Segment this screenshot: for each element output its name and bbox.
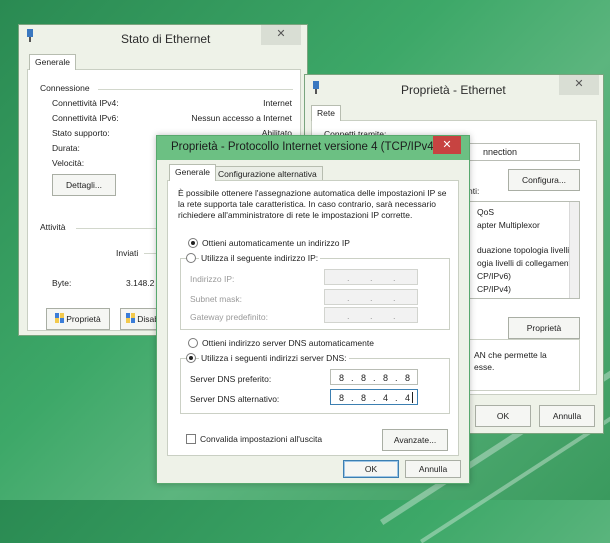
tab-panel: È possibile ottenere l'assegnazione auto… [167, 180, 459, 456]
ipv4-properties-window: Proprietà - Protocollo Internet versione… [156, 135, 470, 484]
intro-text: È possibile ottenere l'assegnazione auto… [178, 188, 447, 220]
network-icon [25, 29, 35, 43]
window-title: Proprietà - Protocollo Internet versione… [171, 141, 438, 153]
details-button[interactable]: Dettagli... [52, 174, 116, 196]
alternate-dns-field[interactable]: 8. 8. 4. 4 [330, 389, 418, 405]
validate-checkbox[interactable] [186, 434, 196, 444]
vertical-scrollbar[interactable] [569, 202, 579, 298]
gateway-label: Gateway predefinito: [190, 312, 268, 322]
row-label: Stato supporto: [52, 128, 110, 138]
ok-button[interactable]: OK [343, 460, 399, 478]
divider [98, 89, 293, 90]
title-bar[interactable]: Stato di Ethernet ✕ [19, 25, 307, 55]
tab-general[interactable]: Generale [169, 164, 216, 181]
title-bar[interactable]: Proprietà - Protocollo Internet versione… [157, 136, 469, 160]
cancel-button[interactable]: Annulla [405, 460, 461, 478]
shield-icon [55, 310, 65, 323]
advanced-button[interactable]: Avanzate... [382, 429, 448, 451]
octet-dot: . [351, 373, 354, 383]
subnet-mask-field[interactable]: ... [324, 289, 418, 305]
validate-label: Convalida impostazioni all'uscita [200, 434, 323, 444]
activity-header: Attività [40, 222, 66, 232]
title-bar[interactable]: Proprietà - Ethernet ✕ [305, 75, 603, 105]
manual-dns-radio[interactable] [186, 353, 196, 363]
network-icon [311, 81, 321, 95]
close-button[interactable]: ✕ [433, 136, 461, 154]
close-button[interactable]: ✕ [559, 75, 599, 95]
row-label: Connettività IPv6: [52, 113, 119, 123]
auto-ip-radio[interactable] [188, 238, 198, 248]
ok-button[interactable]: OK [475, 405, 531, 427]
row-label: Connettività IPv4: [52, 98, 119, 108]
ip-address-label: Indirizzo IP: [190, 274, 235, 284]
sent-label: Inviati [116, 248, 139, 258]
description-text: AN che permette la esse. [474, 350, 547, 372]
preferred-dns-label: Server DNS preferito: [190, 374, 272, 384]
properties-button[interactable]: Proprietà [46, 308, 110, 330]
gateway-field[interactable]: ... [324, 307, 418, 323]
cancel-button[interactable]: Annulla [539, 405, 595, 427]
connection-header: Connessione [40, 83, 90, 93]
auto-dns-radio[interactable] [188, 338, 198, 348]
item-properties-button[interactable]: Proprietà [508, 317, 580, 339]
alternate-dns-label: Server DNS alternativo: [190, 394, 280, 404]
list-item[interactable]: ogia livelli di collegamento [477, 258, 576, 268]
list-item[interactable]: CP/IPv4) [477, 284, 511, 294]
window-title: Proprietà - Ethernet [401, 83, 506, 97]
manual-dns-label: Utilizza i seguenti indirizzi server DNS… [199, 353, 349, 363]
octet-dot: . [373, 373, 376, 383]
bytes-sent-value: 3.148.2 [126, 278, 155, 288]
auto-ip-label: Ottieni automaticamente un indirizzo IP [202, 238, 350, 248]
close-button[interactable]: ✕ [261, 25, 301, 45]
row-label: Velocità: [52, 158, 85, 168]
tab-alternate-config[interactable]: Configurazione alternativa [212, 166, 323, 181]
text-cursor [412, 392, 413, 403]
tab-network[interactable]: Rete [311, 105, 341, 121]
row-label: Durata: [52, 143, 80, 153]
subnet-mask-label: Subnet mask: [190, 294, 242, 304]
octet-dot: . [395, 373, 398, 383]
list-item[interactable]: apter Multiplexor [477, 220, 540, 230]
configure-button[interactable]: Configura... [508, 169, 580, 191]
manual-dns-group [180, 358, 450, 414]
list-item[interactable]: QoS [477, 207, 494, 217]
ip-address-field[interactable]: ... [324, 269, 418, 285]
auto-dns-label: Ottieni indirizzo server DNS automaticam… [202, 338, 374, 348]
octet-dot: . [373, 393, 376, 403]
octet-dot: . [395, 393, 398, 403]
preferred-dns-field[interactable]: 8. 8. 8. 8 [330, 369, 418, 385]
row-value: Nessun accesso a Internet [191, 113, 292, 123]
octet-dot: . [351, 393, 354, 403]
bytes-label: Byte: [52, 278, 72, 288]
row-value: Internet [263, 98, 292, 108]
manual-ip-radio[interactable] [186, 253, 196, 263]
tab-general[interactable]: Generale [29, 54, 76, 70]
list-item[interactable]: CP/IPv6) [477, 271, 511, 281]
window-title: Stato di Ethernet [121, 32, 211, 46]
properties-label: Proprietà [66, 314, 101, 324]
manual-ip-label: Utilizza il seguente indirizzo IP: [199, 253, 321, 263]
shield-icon [126, 310, 136, 323]
list-item[interactable]: duazione topologia livelli c [477, 245, 576, 255]
